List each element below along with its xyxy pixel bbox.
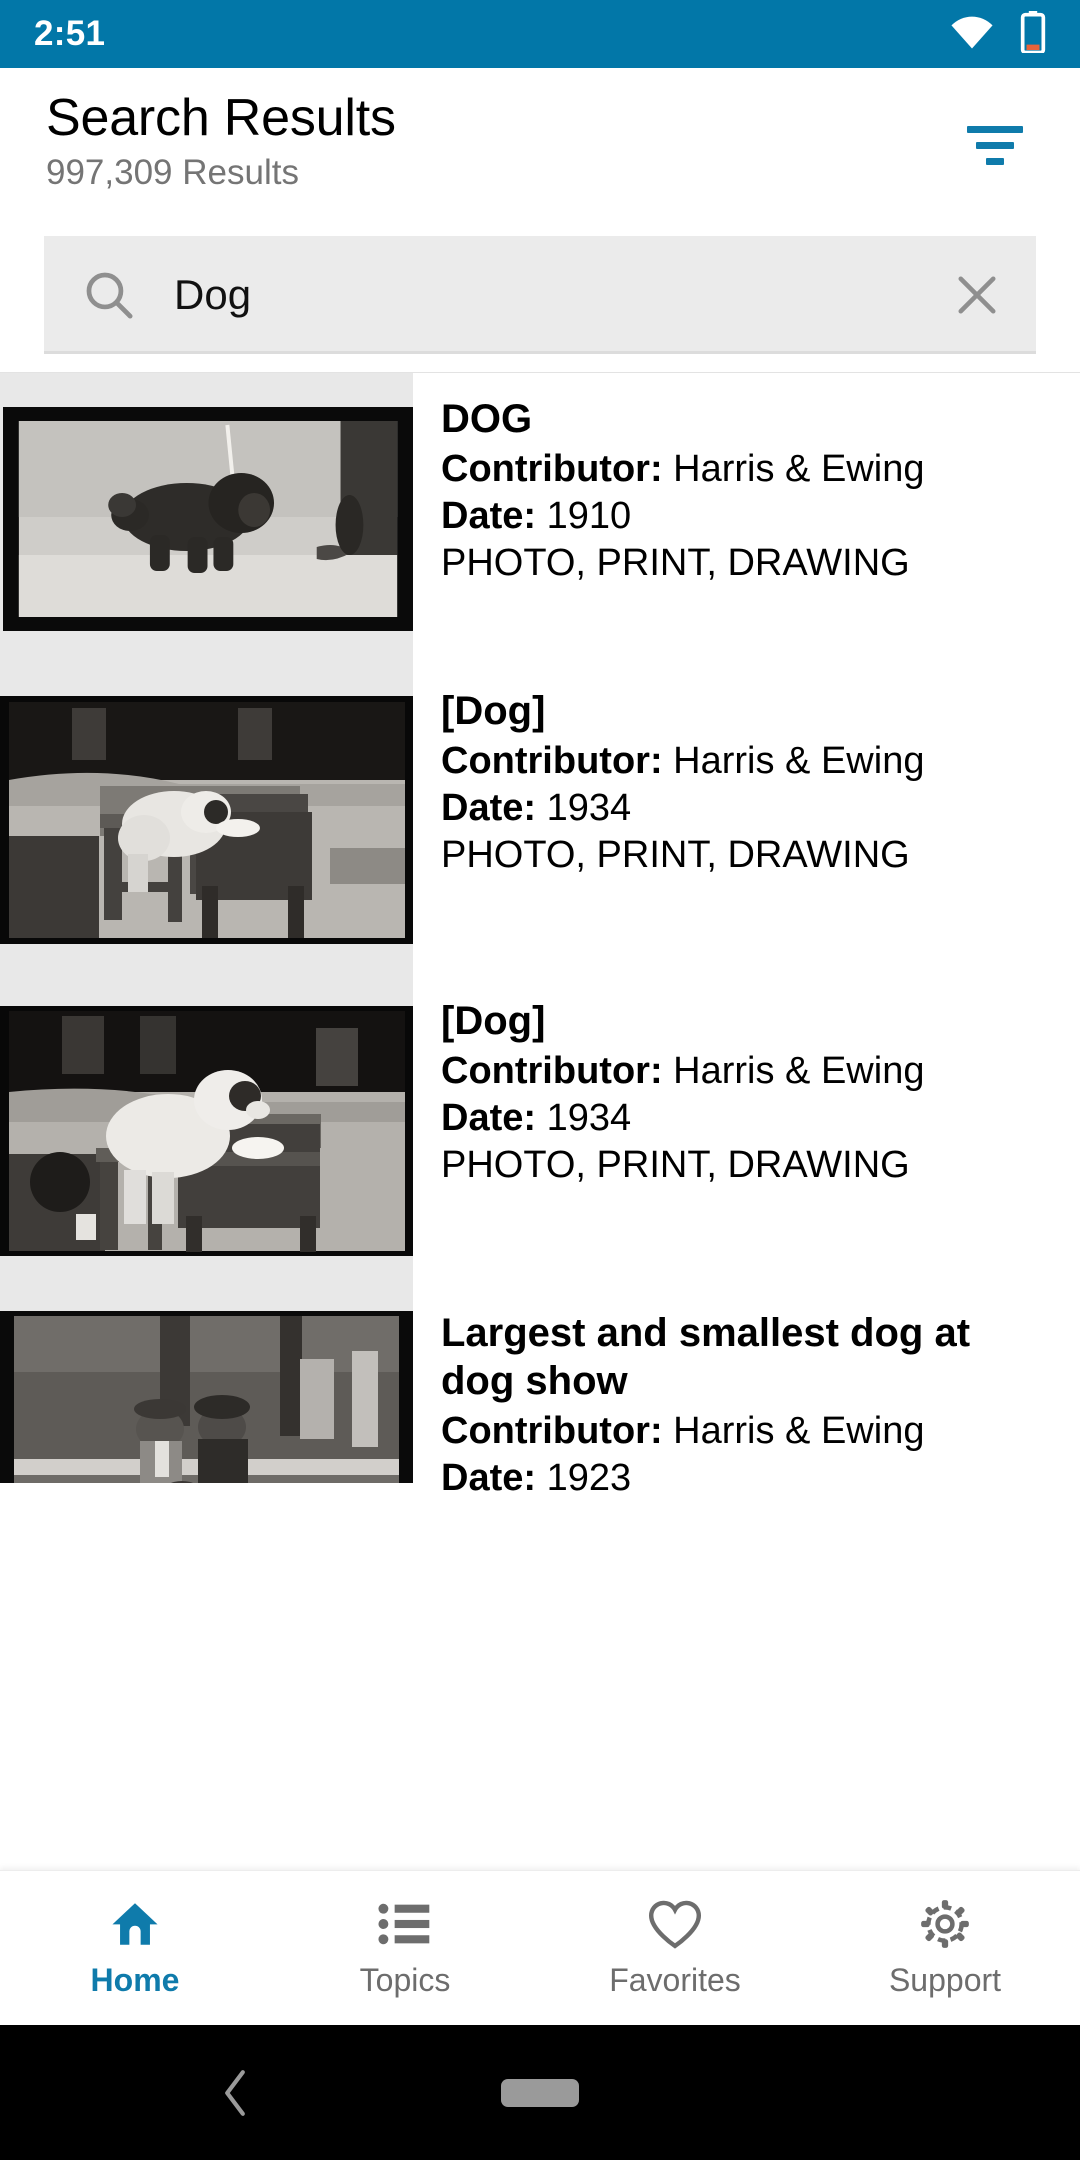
result-types: PHOTO, PRINT, DRAWING	[441, 542, 910, 584]
search-bar-container: Dog	[0, 230, 1080, 373]
contributor-value: Harris & Ewing	[673, 448, 925, 490]
result-info: [Dog] Contributor: Harris & Ewing Date: …	[413, 665, 1080, 971]
date-label: Date:	[441, 1457, 537, 1499]
result-thumbnail-container[interactable]	[0, 975, 413, 1287]
result-thumbnail-container[interactable]	[0, 665, 413, 975]
result-thumbnail	[3, 407, 413, 631]
date-label: Date:	[441, 495, 537, 537]
result-thumbnail	[0, 696, 413, 944]
nav-item-support[interactable]: Support	[810, 1898, 1080, 1998]
app-bar-titles: Search Results 997,309 Results	[46, 88, 396, 196]
status-clock: 2:51	[34, 14, 106, 53]
system-navigation-bar	[0, 2025, 1080, 2160]
result-list-item[interactable]: [Dog] Contributor: Harris & Ewing Date: …	[0, 975, 1080, 1287]
nav-label-favorites: Favorites	[609, 1962, 741, 1998]
search-results-list: DOG Contributor: Harris & Ewing Date: 19…	[0, 373, 1080, 1499]
back-chevron-icon[interactable]	[218, 2067, 252, 2119]
result-contributor: Contributor: Harris & Ewing	[441, 1048, 1050, 1095]
heart-icon	[647, 1898, 703, 1950]
result-thumbnail-container[interactable]	[0, 373, 413, 665]
close-icon[interactable]	[946, 269, 1008, 321]
contributor-label: Contributor:	[441, 448, 663, 490]
result-list-item[interactable]: Largest and smallest dog at dog show Con…	[0, 1287, 1080, 1499]
page-title: Search Results	[46, 89, 396, 147]
result-thumbnail	[0, 1006, 413, 1256]
result-title: DOG	[441, 397, 533, 441]
battery-low-icon	[1020, 10, 1046, 58]
date-label: Date:	[441, 787, 537, 829]
results-count: 997,309 Results	[46, 153, 299, 192]
nav-item-home[interactable]: Home	[0, 1898, 270, 1998]
result-title: Largest and smallest dog at dog show	[441, 1311, 971, 1403]
search-bar[interactable]: Dog	[44, 236, 1036, 354]
bottom-navigation: Home Topics Favorites Support	[0, 1870, 1080, 2025]
result-types: PHOTO, PRINT, DRAWING	[441, 834, 910, 876]
nav-label-home: Home	[90, 1962, 180, 1998]
result-info: [Dog] Contributor: Harris & Ewing Date: …	[413, 975, 1080, 1283]
result-contributor: Contributor: Harris & Ewing	[441, 738, 1050, 785]
result-contributor: Contributor: Harris & Ewing	[441, 446, 1050, 493]
result-thumbnail-container[interactable]	[0, 1287, 413, 1483]
contributor-value: Harris & Ewing	[673, 1410, 925, 1452]
result-date: Date: 1934	[441, 785, 1050, 832]
nav-item-topics[interactable]: Topics	[270, 1898, 540, 1998]
result-date: Date: 1934	[441, 1095, 1050, 1142]
date-value: 1910	[546, 495, 632, 537]
date-value: 1934	[546, 787, 632, 829]
home-icon	[107, 1898, 163, 1950]
nav-label-support: Support	[888, 1962, 1002, 1998]
contributor-value: Harris & Ewing	[673, 740, 925, 782]
result-list-item[interactable]: DOG Contributor: Harris & Ewing Date: 19…	[0, 373, 1080, 665]
result-thumbnail	[0, 1311, 413, 1483]
filter-icon	[967, 125, 1023, 165]
search-icon	[82, 268, 136, 322]
result-list-item[interactable]: [Dog] Contributor: Harris & Ewing Date: …	[0, 665, 1080, 975]
date-value: 1934	[546, 1097, 632, 1139]
home-pill-icon[interactable]	[501, 2078, 579, 2107]
date-value: 1923	[546, 1457, 632, 1499]
search-input[interactable]: Dog	[136, 271, 946, 319]
result-date: Date: 1923	[441, 1455, 1050, 1502]
app-screen: 2:51 Search Results 997,309 Results Dog …	[0, 0, 1080, 2160]
result-title: [Dog]	[441, 689, 546, 733]
nav-label-topics: Topics	[359, 1962, 451, 1998]
contributor-value: Harris & Ewing	[673, 1050, 925, 1092]
filter-button[interactable]	[952, 102, 1038, 188]
app-bar: Search Results 997,309 Results	[0, 68, 1080, 230]
result-info: Largest and smallest dog at dog show Con…	[413, 1287, 1080, 1499]
gear-icon	[918, 1898, 972, 1950]
list-icon	[378, 1898, 432, 1950]
contributor-label: Contributor:	[441, 1050, 663, 1092]
contributor-label: Contributor:	[441, 740, 663, 782]
status-icons	[950, 10, 1046, 58]
wifi-icon	[950, 15, 994, 54]
status-bar: 2:51	[0, 0, 1080, 68]
result-title: [Dog]	[441, 999, 546, 1043]
result-info: DOG Contributor: Harris & Ewing Date: 19…	[413, 373, 1080, 661]
result-types: PHOTO, PRINT, DRAWING	[441, 1144, 910, 1186]
date-label: Date:	[441, 1097, 537, 1139]
result-contributor: Contributor: Harris & Ewing	[441, 1408, 1050, 1455]
result-date: Date: 1910	[441, 493, 1050, 540]
contributor-label: Contributor:	[441, 1410, 663, 1452]
nav-item-favorites[interactable]: Favorites	[540, 1898, 810, 1998]
